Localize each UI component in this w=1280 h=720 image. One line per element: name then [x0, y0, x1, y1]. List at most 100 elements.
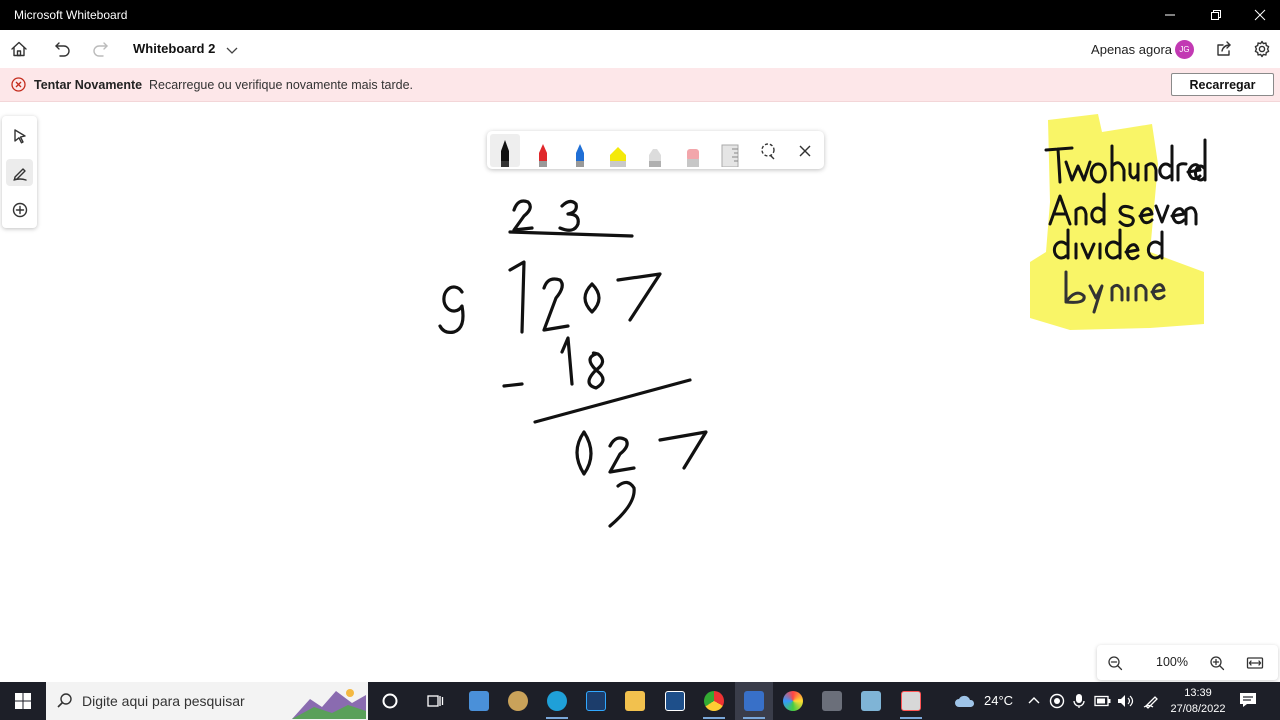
- tool-rail: [2, 116, 37, 228]
- pink-eraser-icon: [687, 149, 699, 167]
- taskbar-app-blue[interactable]: [852, 682, 890, 720]
- zoom-in-icon: [1210, 656, 1225, 671]
- highlighter-button[interactable]: [603, 134, 633, 167]
- whiteboard-canvas[interactable]: [0, 102, 1280, 682]
- task-view-icon: [427, 695, 444, 707]
- home-icon: [11, 41, 27, 57]
- redo-icon: [93, 42, 108, 57]
- notification-icon[interactable]: [1239, 691, 1257, 709]
- notepad-icon: [469, 691, 489, 711]
- fit-screen-icon: [1246, 657, 1264, 669]
- app-icon: [861, 691, 881, 711]
- add-button[interactable]: [6, 196, 33, 223]
- lasso-select-button[interactable]: [753, 134, 783, 167]
- taskbar-app-color[interactable]: [774, 682, 812, 720]
- pen-icon: [12, 167, 27, 181]
- clock-time: 13:39: [1184, 687, 1212, 699]
- black-pen-icon: [501, 140, 509, 167]
- paint-icon: [508, 691, 528, 711]
- highlighter-icon: [610, 147, 626, 167]
- close-icon: [1254, 9, 1266, 21]
- chevron-up-icon[interactable]: [1028, 695, 1040, 705]
- search-highlight-illustration: [292, 689, 366, 719]
- microphone-icon[interactable]: [1072, 693, 1086, 709]
- taskbar-app-monitor[interactable]: [892, 682, 930, 720]
- error-icon: [11, 77, 26, 97]
- zoom-out-icon: [1108, 656, 1123, 671]
- clock-date: 27/08/2022: [1170, 703, 1226, 715]
- select-tool-button[interactable]: [6, 122, 33, 149]
- ruler-button[interactable]: [715, 134, 745, 167]
- plus-circle-icon: [12, 202, 27, 217]
- folder-icon: [625, 691, 645, 711]
- title-bar: Microsoft Whiteboard: [0, 0, 1280, 30]
- start-button[interactable]: [0, 682, 46, 720]
- close-icon: [799, 145, 811, 156]
- taskbar-whiteboard[interactable]: [735, 682, 773, 720]
- restore-button[interactable]: [1194, 0, 1238, 30]
- whiteboard-icon: [744, 691, 764, 711]
- error-banner: Tentar Novamente Recarregue ou verifique…: [0, 68, 1280, 102]
- home-button[interactable]: [9, 39, 29, 59]
- zoom-control: 100%: [1097, 645, 1278, 680]
- battery-icon[interactable]: [1094, 695, 1112, 707]
- taskbar-chrome[interactable]: [695, 682, 733, 720]
- reload-button[interactable]: Recarregar: [1171, 73, 1274, 96]
- restore-icon: [1211, 10, 1221, 20]
- color-wheel-icon: [783, 691, 803, 711]
- monitor-icon: [901, 691, 921, 711]
- zoom-in-button[interactable]: [1207, 653, 1227, 673]
- minimize-icon: [1165, 14, 1175, 16]
- undo-button[interactable]: [53, 39, 73, 59]
- taskbar-paint[interactable]: [499, 682, 537, 720]
- avatar[interactable]: JG: [1175, 40, 1194, 59]
- task-switcher-button[interactable]: [416, 682, 454, 720]
- taskbar-explorer[interactable]: [616, 682, 654, 720]
- close-ink-toolbar-button[interactable]: [790, 134, 820, 167]
- edge-icon: [547, 691, 567, 711]
- close-window-button[interactable]: [1238, 0, 1280, 30]
- zoom-out-button[interactable]: [1105, 653, 1125, 673]
- volume-icon[interactable]: [1116, 693, 1134, 709]
- lasso-select-icon: [761, 142, 775, 159]
- windows-icon: [15, 693, 31, 709]
- pen-red-button[interactable]: [528, 134, 558, 167]
- ruler-icon: [721, 144, 739, 167]
- taskbar-edge[interactable]: [538, 682, 576, 720]
- zoom-level: 100%: [1156, 655, 1188, 669]
- pointer-icon: [13, 128, 26, 143]
- calculator-icon: [822, 691, 842, 711]
- eraser-button[interactable]: [640, 134, 670, 167]
- weather-temp[interactable]: 24°C: [984, 693, 1013, 708]
- taskbar: Digite aqui para pesquisar 24°C 13:39 27…: [0, 682, 1280, 720]
- taskbar-notepad[interactable]: [460, 682, 498, 720]
- pen-blue-button[interactable]: [565, 134, 595, 167]
- minimize-button[interactable]: [1148, 0, 1192, 30]
- share-button[interactable]: [1214, 39, 1234, 59]
- settings-button[interactable]: [1252, 39, 1272, 59]
- shield-icon: [665, 691, 685, 711]
- redo-button[interactable]: [90, 39, 110, 59]
- sync-status: Apenas agora: [1091, 42, 1172, 57]
- record-icon[interactable]: [1049, 693, 1065, 709]
- system-clock[interactable]: 13:39 27/08/2022: [1168, 685, 1228, 717]
- share-icon: [1217, 41, 1231, 56]
- fit-to-screen-button[interactable]: [1245, 653, 1265, 673]
- chrome-icon: [704, 691, 724, 711]
- taskbar-photoshop[interactable]: [577, 682, 615, 720]
- pink-eraser-button[interactable]: [678, 134, 708, 167]
- app-toolbar: Whiteboard 2 Apenas agora: [0, 30, 1280, 68]
- photoshop-icon: [586, 691, 606, 711]
- taskbar-search[interactable]: Digite aqui para pesquisar: [46, 682, 368, 720]
- chevron-down-icon[interactable]: [226, 43, 238, 61]
- ink-tool-button[interactable]: [6, 159, 33, 186]
- ink-toolbar: [487, 131, 824, 169]
- board-title[interactable]: Whiteboard 2: [133, 41, 215, 56]
- task-view-button[interactable]: [371, 682, 409, 720]
- taskbar-defender[interactable]: [656, 682, 694, 720]
- cloud-icon: [955, 695, 975, 707]
- pen-black-button[interactable]: [490, 134, 520, 167]
- taskbar-calculator[interactable]: [813, 682, 851, 720]
- eraser-icon: [649, 149, 661, 167]
- pen-workspace-icon[interactable]: [1143, 693, 1161, 709]
